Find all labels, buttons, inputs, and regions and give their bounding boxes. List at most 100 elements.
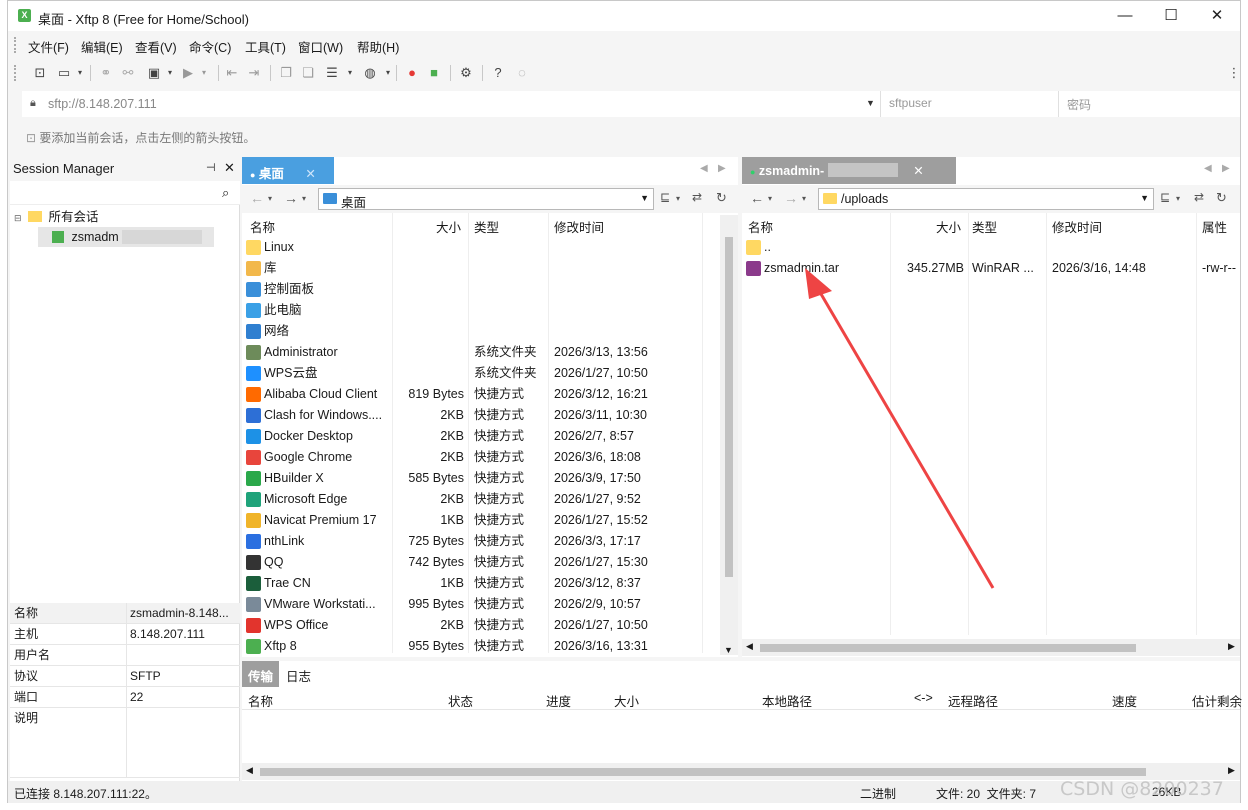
column-size[interactable]: 大小 xyxy=(936,217,961,236)
scroll-right-icon[interactable]: ▶ xyxy=(1228,641,1235,652)
back-icon[interactable]: ← xyxy=(250,190,264,206)
bookmark-icon[interactable]: ⊑ xyxy=(1160,190,1170,204)
file-row[interactable]: WPS云盘 系统文件夹 2026/1/27, 10:50 xyxy=(242,363,720,384)
menu-file[interactable]: 文件(F) xyxy=(28,37,69,56)
column-progress[interactable]: 进度 xyxy=(546,691,571,710)
column-local-path[interactable]: 本地路径 xyxy=(762,691,812,710)
menu-edit[interactable]: 编辑(E) xyxy=(81,37,123,56)
local-path-input[interactable]: 桌面 ▼ xyxy=(318,188,654,210)
file-row[interactable]: Xftp 8 955 Bytes 快捷方式 2026/3/16, 13:31 xyxy=(242,636,720,655)
column-direction[interactable]: <-> xyxy=(914,691,933,705)
tab-close-icon[interactable]: ✕ xyxy=(305,167,315,181)
xftp-icon[interactable]: ■ xyxy=(426,65,442,81)
chevron-down-icon[interactable]: ▾ xyxy=(302,194,306,203)
file-row[interactable]: Alibaba Cloud Client 819 Bytes 快捷方式 2026/3/… xyxy=(242,384,720,405)
copy-icon[interactable]: ❐ xyxy=(278,65,294,81)
file-row[interactable]: 控制面板 xyxy=(242,279,720,300)
column-attributes[interactable]: 属性 xyxy=(1202,217,1227,236)
file-row[interactable]: HBuilder X 585 Bytes 快捷方式 2026/3/9, 17:50 xyxy=(242,468,720,489)
chevron-down-icon[interactable]: ▾ xyxy=(802,194,806,203)
chevron-down-icon[interactable]: ▾ xyxy=(380,65,396,81)
chevron-down-icon[interactable]: ▾ xyxy=(768,194,772,203)
scroll-left-icon[interactable]: ◀ xyxy=(746,641,753,652)
open-folder-icon[interactable]: ▭ xyxy=(56,65,72,81)
file-row[interactable]: Trae CN 1KB 快捷方式 2026/3/12, 8:37 xyxy=(242,573,720,594)
column-size[interactable]: 大小 xyxy=(436,217,461,236)
chevron-down-icon[interactable]: ▼ xyxy=(1140,193,1149,203)
file-row[interactable]: Microsoft Edge 2KB 快捷方式 2026/1/27, 9:52 xyxy=(242,489,720,510)
scroll-left-icon[interactable]: ◀ xyxy=(246,765,253,776)
chevron-down-icon[interactable]: ▾ xyxy=(676,194,680,203)
menu-view[interactable]: 查看(V) xyxy=(135,37,177,56)
list-view-icon[interactable]: ☰ xyxy=(324,65,340,81)
minimize-button[interactable]: — xyxy=(1102,1,1148,31)
file-row[interactable]: Navicat Premium 17 1KB 快捷方式 2026/1/27, 15:5… xyxy=(242,510,720,531)
session-search[interactable]: ⌕ xyxy=(10,181,240,205)
chat-icon[interactable]: ◌ xyxy=(514,65,530,81)
file-row[interactable]: Google Chrome 2KB 快捷方式 2026/3/6, 18:08 xyxy=(242,447,720,468)
tab-log[interactable]: 日志 xyxy=(280,661,317,687)
tab-scroll-left-icon[interactable]: ◀ xyxy=(700,163,708,174)
remote-horizontal-scrollbar[interactable]: ◀ ▶ xyxy=(742,639,1240,656)
column-name[interactable]: 名称 xyxy=(248,691,273,710)
column-status[interactable]: 状态 xyxy=(448,691,473,710)
chevron-down-icon[interactable]: ▼ xyxy=(640,193,649,203)
reconnect-icon[interactable]: ⚯ xyxy=(120,65,136,81)
tab-local-desktop[interactable]: ● 桌面 ✕ xyxy=(242,157,334,184)
sync-icon[interactable]: ⇄ xyxy=(1194,190,1204,204)
address-input[interactable]: sftp://8.148.207.111 xyxy=(48,97,157,111)
gear-icon[interactable]: ⚙ xyxy=(458,65,474,81)
tab-scroll-right-icon[interactable]: ▶ xyxy=(1222,163,1230,174)
column-name[interactable]: 名称 xyxy=(250,217,275,236)
tab-transfer[interactable]: 传输 xyxy=(242,661,280,687)
tab-scroll-right-icon[interactable]: ▶ xyxy=(718,163,726,174)
help-icon[interactable]: ? xyxy=(490,65,506,81)
file-row[interactable]: nthLink 725 Bytes 快捷方式 2026/3/3, 17:17 xyxy=(242,531,720,552)
back-icon[interactable]: ← xyxy=(750,190,764,206)
column-remote-path[interactable]: 远程路径 xyxy=(948,691,998,710)
column-modified[interactable]: 修改时间 xyxy=(1052,217,1102,236)
column-eta[interactable]: 估计剩余 xyxy=(1192,691,1242,710)
menu-tools[interactable]: 工具(T) xyxy=(245,37,286,56)
column-type[interactable]: 类型 xyxy=(972,217,997,236)
close-button[interactable]: ✕ xyxy=(1194,1,1240,31)
local-vertical-scrollbar[interactable]: ▼ xyxy=(720,215,738,655)
chevron-down-icon[interactable]: ▾ xyxy=(72,65,88,81)
refresh-icon[interactable]: ↻ xyxy=(716,190,727,206)
xshell-icon[interactable]: ● xyxy=(404,65,420,81)
file-row[interactable]: .. xyxy=(742,237,1240,258)
menu-command[interactable]: 命令(C) xyxy=(189,37,231,56)
file-row[interactable]: 网络 xyxy=(242,321,720,342)
chevron-down-icon[interactable]: ▾ xyxy=(162,65,178,81)
tree-session-zsmadmin[interactable]: zsmadm xyxy=(38,227,214,247)
transfer-left-icon[interactable]: ⇤ xyxy=(224,65,240,81)
new-session-icon[interactable]: ⊡ xyxy=(32,65,48,81)
transfer-mode[interactable]: 二进制 xyxy=(860,785,896,802)
collapse-icon[interactable]: ⊟ xyxy=(14,213,22,223)
column-speed[interactable]: 速度 xyxy=(1112,691,1137,710)
forward-icon[interactable]: → xyxy=(784,190,798,206)
scroll-down-icon[interactable]: ▼ xyxy=(724,645,733,655)
refresh-icon[interactable]: ↻ xyxy=(1216,190,1227,206)
tab-scroll-left-icon[interactable]: ◀ xyxy=(1204,163,1212,174)
column-name[interactable]: 名称 xyxy=(748,217,773,236)
chevron-down-icon[interactable]: ▾ xyxy=(268,194,272,203)
forward-icon[interactable]: → xyxy=(284,190,298,206)
file-row[interactable]: Docker Desktop 2KB 快捷方式 2026/2/7, 8:57 xyxy=(242,426,720,447)
close-panel-icon[interactable]: ✕ xyxy=(224,160,235,176)
file-row[interactable]: 库 xyxy=(242,258,720,279)
terminal-icon[interactable]: ▶ xyxy=(180,65,196,81)
search-icon[interactable]: ⌕ xyxy=(222,185,229,201)
maximize-button[interactable]: ☐ xyxy=(1148,1,1194,31)
file-row[interactable]: WPS Office 2KB 快捷方式 2026/1/27, 10:50 xyxy=(242,615,720,636)
more-options-icon[interactable]: ⋮ xyxy=(1226,65,1242,81)
tab-close-icon[interactable]: ✕ xyxy=(913,164,923,178)
chevron-down-icon[interactable]: ▾ xyxy=(196,65,212,81)
file-row[interactable]: zsmadmin.tar 345.27MB WinRAR ... 2026/3/16,… xyxy=(742,258,1240,279)
add-session-icon[interactable]: ⊡ xyxy=(26,131,36,145)
menu-help[interactable]: 帮助(H) xyxy=(357,37,399,56)
password-field[interactable]: 密码 xyxy=(1058,91,1240,117)
disconnect-icon[interactable]: ⚭ xyxy=(98,65,114,81)
scroll-right-icon[interactable]: ▶ xyxy=(1228,765,1235,776)
session-props-icon[interactable]: ▣ xyxy=(146,65,162,81)
